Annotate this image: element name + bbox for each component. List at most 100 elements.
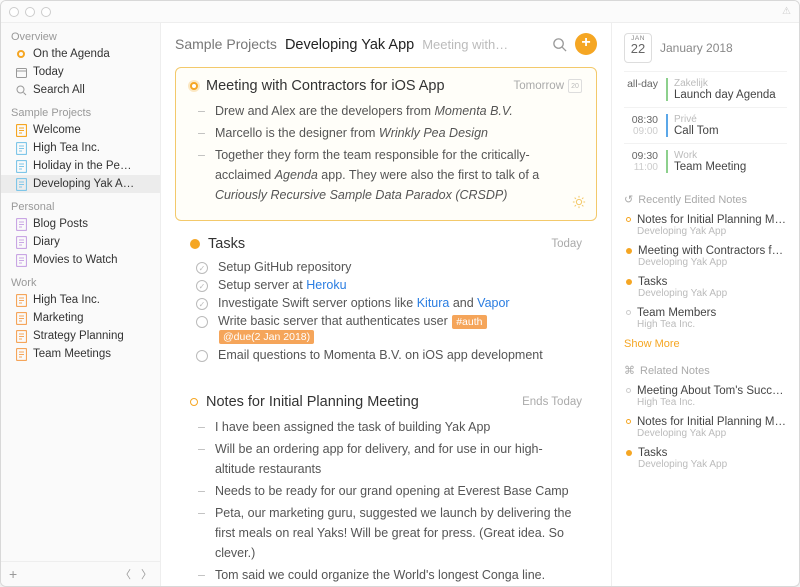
task-checkbox-icon[interactable] (196, 280, 208, 292)
sidebar-item[interactable]: Marketing (1, 309, 160, 327)
note-card[interactable]: Notes for Initial Planning Meeting Ends … (175, 383, 597, 586)
note-status-dot[interactable] (190, 398, 198, 406)
sidebar-item[interactable]: On the Agenda (1, 45, 160, 63)
related-note-item[interactable]: Meeting About Tom's Succes… High Tea Inc… (624, 381, 787, 412)
breadcrumb: Sample Projects Developing Yak App Meeti… (175, 36, 543, 53)
calendar-event[interactable]: 09:3011:00 WorkTeam Meeting (624, 143, 787, 179)
related-note-item[interactable]: Notes for Initial Planning Mee… Developi… (624, 210, 787, 241)
add-note-button[interactable]: + (575, 33, 597, 55)
sidebar-group-title: Sample Projects (1, 99, 160, 121)
zoom-window-icon[interactable] (41, 7, 51, 17)
sidebar-item[interactable]: Diary (1, 233, 160, 251)
sidebar-group-title: Work (1, 269, 160, 291)
sidebar-item[interactable]: Holiday in the Pe… (1, 157, 160, 175)
breadcrumb-note[interactable]: Meeting with… (422, 37, 508, 52)
breadcrumb-parent[interactable]: Sample Projects (175, 36, 277, 52)
note-icon (15, 142, 27, 154)
sidebar-item-label: Search All (33, 84, 150, 96)
sidebar-item[interactable]: Movies to Watch (1, 251, 160, 269)
main-header: Sample Projects Developing Yak App Meeti… (161, 23, 611, 67)
note-bullet[interactable]: –Needs to be ready for our grand opening… (190, 480, 582, 502)
task-checkbox-icon[interactable] (196, 350, 208, 362)
sidebar-item-label: Holiday in the Pe… (33, 160, 150, 172)
agenda-icon (15, 48, 27, 60)
history-back-button[interactable]: 〈 (120, 566, 131, 582)
task-checkbox-icon[interactable] (196, 262, 208, 274)
note-icon (15, 124, 27, 136)
event-title: Launch day Agenda (674, 89, 787, 101)
sidebar-item[interactable]: Strategy Planning (1, 327, 160, 345)
note-bullet[interactable]: –I have been assigned the task of buildi… (190, 416, 582, 438)
calendar-event[interactable]: 08:3009:00 PrivéCall Tom (624, 107, 787, 143)
task-checkbox-icon[interactable] (196, 316, 208, 328)
related-note-item[interactable]: Tasks Developing Yak App (624, 443, 787, 474)
related-note-item[interactable]: Tasks Developing Yak App (624, 272, 787, 303)
related-note-item[interactable]: Notes for Initial Planning Mee… Developi… (624, 412, 787, 443)
task-checkbox-icon[interactable] (196, 298, 208, 310)
task-item[interactable]: Setup server at Heroku (190, 276, 582, 294)
related-note-project: High Tea Inc. (637, 319, 787, 330)
pin-icon[interactable]: ⚠︎ (782, 6, 791, 17)
related-note-item[interactable]: Team Members High Tea Inc. (624, 303, 787, 334)
note-card[interactable]: Meeting with Contractors for iOS App Tom… (175, 67, 597, 221)
note-date-label[interactable]: Ends Today (522, 396, 582, 408)
close-window-icon[interactable] (9, 7, 19, 17)
note-bullet[interactable]: –Peta, our marketing guru, suggested we … (190, 502, 582, 564)
calendar-month-label: January 2018 (660, 41, 733, 55)
related-note-project: Developing Yak App (637, 428, 787, 439)
history-fwd-button[interactable]: 〉 (141, 566, 152, 582)
note-bullet[interactable]: –Will be an ordering app for delivery, a… (190, 438, 582, 480)
sidebar-item-label: Strategy Planning (33, 330, 150, 342)
calendar-icon (15, 66, 27, 78)
sidebar-item[interactable]: Team Meetings (1, 345, 160, 363)
calendar-header[interactable]: JAN 22 January 2018 (624, 33, 787, 63)
sidebar-item[interactable]: High Tea Inc. (1, 139, 160, 157)
sidebar-item[interactable]: Welcome (1, 121, 160, 139)
add-project-button[interactable]: + (9, 566, 17, 582)
note-status-dot[interactable] (190, 82, 198, 90)
gear-icon[interactable] (572, 195, 586, 212)
note-icon (15, 330, 27, 342)
traffic-lights (9, 7, 51, 17)
note-date-label[interactable]: Today (551, 238, 582, 250)
note-date-label[interactable]: Tomorrow 20 (514, 79, 582, 93)
sidebar-item[interactable]: Search All (1, 81, 160, 99)
related-notes-heading: ⌘ Related Notes (624, 364, 787, 377)
related-note-title: Tasks (638, 276, 787, 288)
minimize-window-icon[interactable] (25, 7, 35, 17)
note-title[interactable]: Notes for Initial Planning Meeting (206, 394, 514, 410)
calendar-icon[interactable]: 20 (568, 79, 582, 93)
notes-list[interactable]: Meeting with Contractors for iOS App Tom… (161, 67, 611, 586)
note-card[interactable]: Tasks Today Setup GitHub repositorySetup… (175, 225, 597, 379)
task-item[interactable]: Write basic server that authenticates us… (190, 312, 582, 346)
sidebar-item[interactable]: High Tea Inc. (1, 291, 160, 309)
task-item[interactable]: Setup GitHub repository (190, 258, 582, 276)
breadcrumb-current[interactable]: Developing Yak App (285, 37, 414, 53)
related-note-item[interactable]: Meeting with Contractors for… Developing… (624, 241, 787, 272)
note-status-dot[interactable] (190, 239, 200, 249)
show-more-link[interactable]: Show More (624, 334, 787, 350)
related-note-project: Developing Yak App (638, 459, 787, 470)
sidebar-item-label: Welcome (33, 124, 150, 136)
note-status-dot (626, 248, 632, 254)
calendar-mini-icon: JAN 22 (624, 33, 652, 63)
task-item[interactable]: Investigate Swift server options like Ki… (190, 294, 582, 312)
note-title[interactable]: Tasks (208, 236, 543, 252)
note-status-dot (626, 388, 631, 393)
note-bullet[interactable]: –Together they form the team responsible… (190, 144, 582, 206)
task-item[interactable]: Email questions to Momenta B.V. on iOS a… (190, 346, 582, 364)
note-title[interactable]: Meeting with Contractors for iOS App (206, 78, 506, 94)
sidebar-item[interactable]: Blog Posts (1, 215, 160, 233)
related-note-project: High Tea Inc. (637, 397, 787, 408)
note-bullet[interactable]: –Drew and Alex are the developers from M… (190, 100, 582, 122)
calendar-event[interactable]: all-day ZakelijkLaunch day Agenda (624, 71, 787, 107)
note-bullet[interactable]: –Marcello is the designer from Wrinkly P… (190, 122, 582, 144)
related-note-project: Developing Yak App (638, 257, 787, 268)
sidebar-item-label: High Tea Inc. (33, 294, 150, 306)
note-bullet[interactable]: –Tom said we could organize the World's … (190, 564, 582, 586)
sidebar-item[interactable]: Today (1, 63, 160, 81)
sidebar-item[interactable]: Developing Yak A… (1, 175, 160, 193)
search-icon[interactable] (551, 36, 567, 52)
event-title: Call Tom (674, 125, 787, 137)
note-icon (15, 312, 27, 324)
